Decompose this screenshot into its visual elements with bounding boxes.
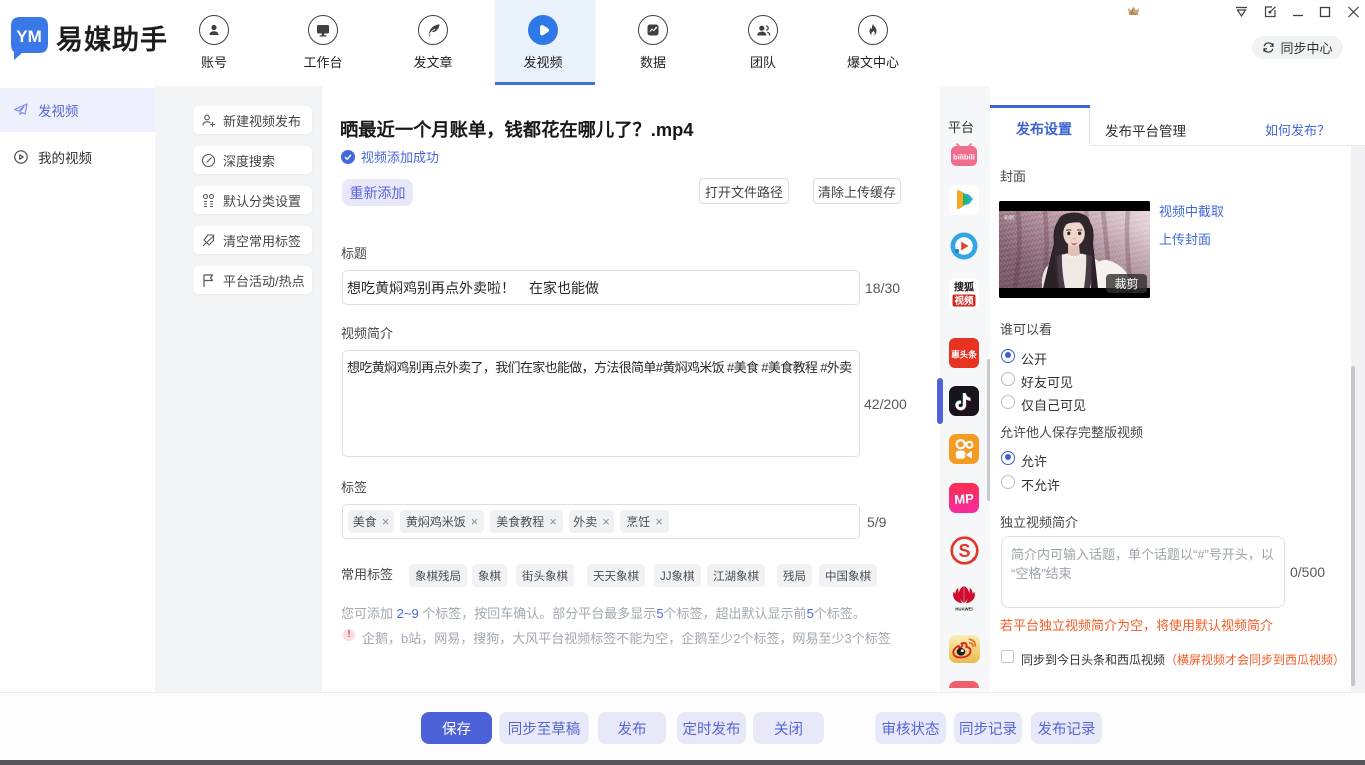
svg-text:搜狐: 搜狐 <box>954 281 974 294</box>
svg-text:视频: 视频 <box>954 295 974 307</box>
svg-text:MP: MP <box>954 491 975 507</box>
svg-text:S: S <box>958 541 970 561</box>
svg-text:bilibili: bilibili <box>953 153 975 162</box>
svg-text:HUAWEI: HUAWEI <box>955 607 973 612</box>
svg-text:YM: YM <box>16 27 42 46</box>
svg-text:粉刷: 粉刷 <box>1004 215 1014 222</box>
svg-text:惠头条: 惠头条 <box>951 350 977 360</box>
